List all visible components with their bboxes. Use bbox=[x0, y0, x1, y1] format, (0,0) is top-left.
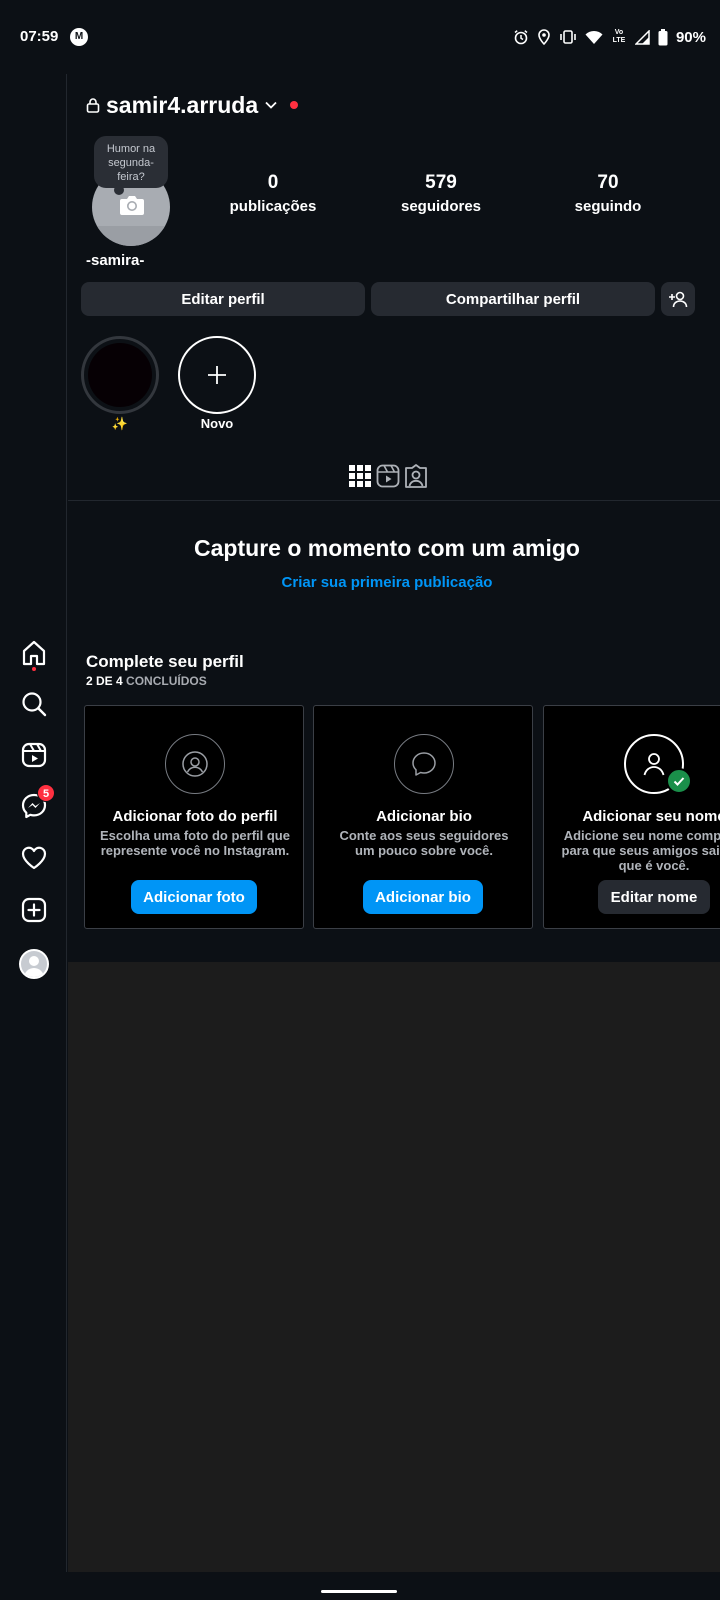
highlight-label: Novo bbox=[200, 416, 234, 431]
location-icon bbox=[538, 29, 550, 45]
moto-icon: M bbox=[70, 28, 88, 46]
create-first-post-link[interactable]: Criar sua primeira publicação bbox=[68, 574, 706, 591]
card-description: Conte aos seus seguidores um pouco sobre… bbox=[339, 828, 509, 858]
tagged-icon[interactable] bbox=[404, 464, 428, 488]
stat-value: 70 bbox=[597, 172, 619, 193]
wifi-icon bbox=[585, 30, 603, 44]
stat-following[interactable]: 70 seguindo bbox=[553, 172, 663, 215]
stat-followers[interactable]: 579 seguidores bbox=[386, 172, 496, 215]
home-icon[interactable] bbox=[18, 637, 50, 671]
stat-value: 579 bbox=[425, 172, 457, 193]
empty-state-title: Capture o momento com um amigo bbox=[194, 535, 580, 561]
note-bubble[interactable]: Humor na segunda-feira? bbox=[94, 136, 168, 195]
status-icons: Vo LTE 90% bbox=[513, 27, 706, 47]
checkmark-icon bbox=[666, 768, 692, 794]
alarm-icon bbox=[514, 30, 528, 45]
share-profile-button[interactable]: Compartilhar perfil bbox=[371, 282, 655, 316]
avatar bbox=[19, 949, 49, 979]
profile-main: samir4.arruda Humor na segunda-feira? 0 … bbox=[68, 74, 720, 1572]
battery-percent: 90% bbox=[675, 28, 706, 46]
signal-icon bbox=[634, 29, 650, 45]
volte-icon: Vo LTE bbox=[612, 29, 626, 44]
stat-posts[interactable]: 0 publicações bbox=[218, 172, 328, 215]
card-description: Escolha uma foto do perfil que represent… bbox=[100, 828, 290, 858]
username-switcher[interactable]: samir4.arruda bbox=[86, 91, 299, 118]
speech-bubble-icon bbox=[412, 752, 436, 776]
stat-label: seguidores bbox=[400, 198, 482, 215]
discover-people-button[interactable] bbox=[661, 282, 695, 316]
card-title: Adicionar foto do perfil bbox=[112, 808, 278, 825]
stat-value: 0 bbox=[267, 172, 279, 193]
lock-icon bbox=[86, 98, 100, 113]
messenger-icon[interactable]: 5 bbox=[18, 784, 55, 822]
new-highlight-button[interactable] bbox=[178, 336, 256, 414]
status-time: 07:59 bbox=[20, 28, 59, 45]
chevron-down-icon bbox=[265, 101, 277, 109]
complete-profile-progress: 2 DE 4 CONCLUÍDOS bbox=[86, 674, 207, 688]
add-photo-button[interactable]: Adicionar foto bbox=[131, 880, 257, 914]
home-notification-dot bbox=[32, 667, 36, 671]
add-bio-button[interactable]: Adicionar bio bbox=[363, 880, 483, 914]
reels-tab-icon[interactable] bbox=[376, 464, 400, 488]
gesture-bar[interactable] bbox=[321, 1590, 397, 1593]
progress-suffix: CONCLUÍDOS bbox=[126, 674, 207, 688]
heart-icon[interactable] bbox=[18, 842, 50, 874]
stat-label: seguindo bbox=[574, 198, 642, 215]
camera-icon bbox=[120, 196, 144, 215]
highlight-label: ✨ bbox=[111, 416, 129, 431]
profile-tabs bbox=[348, 464, 428, 488]
add-person-icon bbox=[669, 291, 688, 308]
progress-count: 2 DE 4 bbox=[86, 674, 123, 688]
status-bar: 07:59 M Vo LTE 90% bbox=[0, 0, 720, 74]
battery-icon bbox=[658, 28, 668, 45]
complete-card-name: Adicionar seu nome Adicione seu nome com… bbox=[543, 705, 720, 929]
plus-icon bbox=[208, 366, 226, 384]
story-highlight[interactable] bbox=[81, 336, 159, 414]
account-notification-dot bbox=[290, 101, 299, 109]
complete-card-photo: Adicionar foto do perfil Escolha uma fot… bbox=[84, 705, 304, 929]
display-name: -samira- bbox=[86, 252, 145, 269]
content-placeholder-area bbox=[68, 962, 720, 1572]
edit-profile-button[interactable]: Editar perfil bbox=[81, 282, 365, 316]
grid-icon[interactable] bbox=[348, 464, 372, 488]
card-icon bbox=[394, 734, 454, 794]
card-description: Adicione seu nome completo para que seus… bbox=[561, 828, 720, 873]
person-icon bbox=[643, 753, 665, 776]
profile-avatar[interactable] bbox=[18, 948, 50, 980]
profile-photo-icon bbox=[182, 751, 208, 777]
reels-icon[interactable] bbox=[18, 739, 50, 771]
complete-profile-title: Complete seu perfil bbox=[86, 652, 244, 671]
card-icon bbox=[165, 734, 225, 794]
stat-label: publicações bbox=[229, 198, 317, 215]
card-title: Adicionar seu nome bbox=[582, 808, 720, 825]
create-icon[interactable] bbox=[18, 894, 50, 926]
complete-card-bio: Adicionar bio Conte aos seus seguidores … bbox=[313, 705, 533, 929]
side-nav: 5 bbox=[0, 74, 67, 1572]
tabs-divider bbox=[68, 500, 720, 501]
messenger-badge: 5 bbox=[37, 784, 55, 802]
search-icon[interactable] bbox=[18, 688, 50, 720]
vibrate-icon bbox=[560, 30, 576, 44]
card-title: Adicionar bio bbox=[376, 808, 472, 825]
username: samir4.arruda bbox=[106, 91, 259, 118]
edit-name-button[interactable]: Editar nome bbox=[598, 880, 710, 914]
